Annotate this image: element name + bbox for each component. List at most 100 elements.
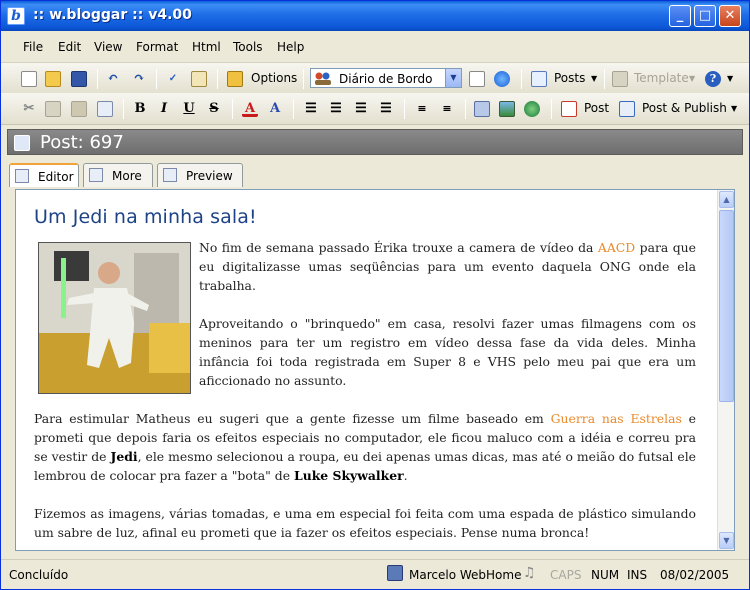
menu-html[interactable]: Html <box>192 40 221 54</box>
post-button[interactable]: Post <box>584 101 609 115</box>
open-icon[interactable] <box>45 71 61 87</box>
underline-icon[interactable]: U <box>181 101 197 117</box>
more-icon <box>89 168 103 182</box>
menu-file[interactable]: File <box>23 40 43 54</box>
bold-luke-skywalker: Luke Skywalker <box>294 468 404 483</box>
toolbar-separator <box>404 99 405 119</box>
status-num: NUM <box>591 568 620 582</box>
posts-icon[interactable] <box>531 71 547 87</box>
find-icon[interactable] <box>191 71 207 87</box>
close-button[interactable]: ✕ <box>719 5 741 27</box>
redo-icon[interactable]: ↷ <box>131 71 147 87</box>
link-guerra-nas-estrelas[interactable]: Guerra nas Estrelas <box>551 411 682 426</box>
bold-jedi: Jedi <box>110 449 138 464</box>
web-icon[interactable] <box>524 101 540 117</box>
numbered-list-icon[interactable]: ≡ <box>414 101 430 117</box>
tab-more[interactable]: More <box>83 163 153 187</box>
toolbar-separator <box>293 99 294 119</box>
align-left-icon[interactable]: ☰ <box>303 101 319 117</box>
title-bar[interactable]: b :: w.bloggar :: v4.00 _ □ ✕ <box>1 1 749 31</box>
paragraph-3-text-a: Para estimular Matheus eu sugeri que a g… <box>34 411 551 426</box>
post-photo <box>38 242 191 394</box>
blog-select-value: Diário de Bordo <box>339 72 433 86</box>
link-aacd[interactable]: AACD <box>598 240 635 255</box>
status-caps: CAPS <box>550 568 582 582</box>
window-title: :: w.bloggar :: v4.00 <box>33 7 192 23</box>
menu-tools[interactable]: Tools <box>233 40 263 54</box>
document-content[interactable]: Um Jedi na minha sala! No fim de semana … <box>34 206 696 550</box>
vertical-scrollbar[interactable]: ▲ ▼ <box>717 190 734 550</box>
options-icon[interactable] <box>227 71 243 87</box>
minimize-button[interactable]: _ <box>669 5 691 27</box>
tab-more-label: More <box>112 169 142 183</box>
editor-area[interactable]: Um Jedi na minha sala! No fim de semana … <box>15 189 735 551</box>
app-logo-icon[interactable]: b <box>7 7 25 25</box>
scroll-down-button[interactable]: ▼ <box>719 532 734 549</box>
status-user: Marcelo WebHome <box>409 568 522 582</box>
paragraph-4: Fizemos as imagens, várias tomadas, e um… <box>34 506 696 540</box>
tab-preview[interactable]: Preview <box>157 163 243 187</box>
image-icon[interactable] <box>499 101 515 117</box>
template-icon <box>612 71 628 87</box>
bold-icon[interactable]: B <box>132 101 148 117</box>
editor-icon <box>15 169 29 183</box>
bullet-list-icon[interactable]: ≡ <box>439 101 455 117</box>
toolbar-separator <box>232 99 233 119</box>
menu-help[interactable]: Help <box>277 40 304 54</box>
link-icon[interactable] <box>474 101 490 117</box>
toolbar-separator <box>521 69 522 89</box>
status-ins: INS <box>627 568 648 582</box>
save-icon[interactable] <box>71 71 87 87</box>
toolbar-separator <box>156 69 157 89</box>
strikethrough-icon[interactable]: S <box>206 101 222 117</box>
toolbar-separator <box>217 69 218 89</box>
post-check-icon[interactable] <box>469 71 485 87</box>
post-heading: Um Jedi na minha sala! <box>34 206 257 228</box>
toolbar-separator <box>303 69 304 89</box>
chevron-down-icon[interactable]: ▼ <box>445 69 461 87</box>
maximize-button[interactable]: □ <box>694 5 716 27</box>
font-color-icon[interactable]: A <box>242 101 258 117</box>
justify-icon[interactable]: ☰ <box>378 101 394 117</box>
help-icon[interactable]: ? <box>705 71 721 87</box>
options-button[interactable]: Options <box>251 71 297 85</box>
new-icon[interactable] <box>21 71 37 87</box>
paste-icon[interactable] <box>71 101 87 117</box>
spellcheck-icon[interactable]: ✓ <box>165 71 181 87</box>
blog-icon <box>314 71 332 85</box>
chevron-down-icon[interactable]: ▼ <box>731 104 737 113</box>
menu-format[interactable]: Format <box>136 40 178 54</box>
chevron-down-icon: ▼ <box>689 74 696 83</box>
post-publish-icon[interactable] <box>619 101 635 117</box>
music-icon: ♫ <box>523 565 536 581</box>
blog-select[interactable]: Diário de Bordo ▼ <box>310 68 462 88</box>
status-bar: Concluído Marcelo WebHome ♫ CAPS NUM INS… <box>1 559 749 589</box>
post-publish-button[interactable]: Post & Publish <box>642 101 727 115</box>
web-icon[interactable] <box>494 71 510 87</box>
post-icon <box>14 135 30 151</box>
menu-view[interactable]: View <box>94 40 122 54</box>
scroll-thumb[interactable] <box>719 210 734 402</box>
maximize-icon: □ <box>698 8 712 23</box>
status-text: Concluído <box>9 568 69 582</box>
undo-icon[interactable]: ↶ <box>105 71 121 87</box>
italic-icon[interactable]: I <box>156 101 172 117</box>
paragraph-1-text-a: No fim de semana passado Érika trouxe a … <box>199 240 598 255</box>
chevron-down-icon[interactable]: ▼ <box>591 74 597 83</box>
cut-icon[interactable]: ✂ <box>21 101 37 117</box>
posts-button[interactable]: Posts <box>554 71 585 85</box>
tab-editor[interactable]: Editor <box>9 163 79 187</box>
align-right-icon[interactable]: ☰ <box>353 101 369 117</box>
menu-edit[interactable]: Edit <box>58 40 81 54</box>
chevron-down-icon[interactable]: ▼ <box>727 74 733 83</box>
align-center-icon[interactable]: ☰ <box>328 101 344 117</box>
scroll-up-button[interactable]: ▲ <box>719 191 734 208</box>
copy-icon[interactable] <box>45 101 61 117</box>
minimize-icon: _ <box>676 8 684 23</box>
paste-special-icon[interactable] <box>97 101 113 117</box>
format-toolbar: ✂ B I U S A A ☰ ☰ ☰ ☰ ≡ ≡ Post Post & Pu… <box>1 93 749 125</box>
toolbar-separator <box>465 99 466 119</box>
tab-preview-label: Preview <box>186 169 233 183</box>
post-icon[interactable] <box>561 101 577 117</box>
font-icon[interactable]: A <box>267 101 283 117</box>
